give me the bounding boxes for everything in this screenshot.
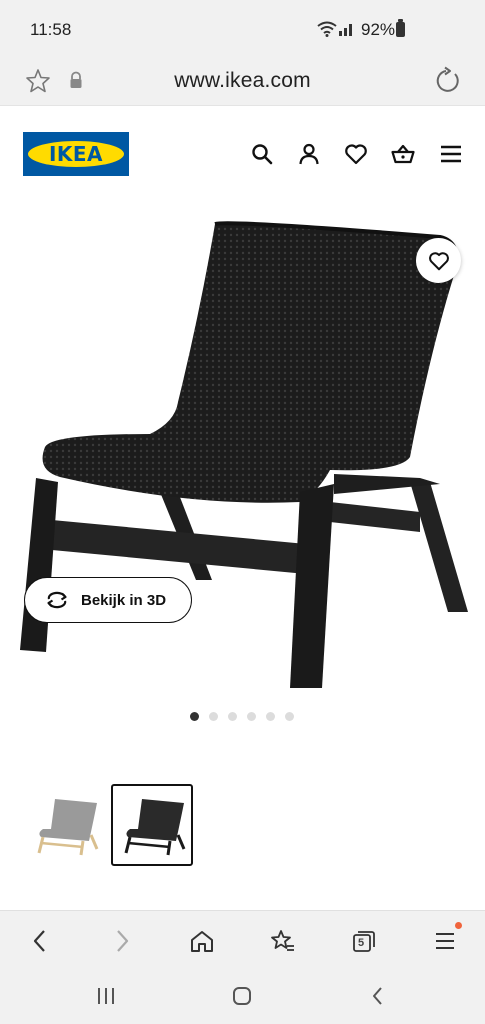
forward-icon[interactable] (109, 928, 135, 954)
recent-apps-icon[interactable] (95, 985, 117, 1007)
rotate-3d-icon (47, 591, 67, 609)
back-icon[interactable] (27, 928, 53, 954)
wifi-icon (317, 21, 337, 37)
ikea-logo[interactable]: IKEA (23, 132, 129, 176)
menu-icon[interactable] (439, 142, 463, 166)
tabs-button[interactable]: 5 (351, 928, 377, 954)
carousel-dot[interactable] (285, 712, 294, 721)
carousel-dot[interactable] (266, 712, 275, 721)
wishlist-icon[interactable] (344, 142, 368, 166)
signal-icon (339, 24, 352, 36)
add-to-wishlist-button[interactable] (416, 238, 461, 283)
status-time: 11:58 (30, 20, 72, 39)
variant-thumbnail-birch-grey[interactable] (26, 784, 108, 866)
tabs-count: 5 (358, 937, 365, 949)
address-bar: www.ikea.com (0, 58, 485, 106)
battery-icon (396, 19, 405, 37)
view-in-3d-label: Bekijk in 3D (81, 591, 167, 609)
carousel-dot-active[interactable] (190, 712, 199, 721)
search-icon[interactable] (250, 142, 274, 166)
image-carousel-indicator (190, 712, 294, 722)
home-nav-icon[interactable] (231, 985, 253, 1007)
notification-dot (455, 922, 462, 929)
menu-icon[interactable] (432, 928, 458, 954)
view-in-3d-button[interactable]: Bekijk in 3D (24, 577, 192, 623)
status-bar: 11:58 92% (0, 0, 485, 58)
system-navigation-bar (0, 968, 485, 1024)
carousel-dot[interactable] (247, 712, 256, 721)
product-image-chair (20, 221, 468, 688)
logo-text: IKEA (48, 142, 104, 166)
product-image-gallery[interactable]: Bekijk in 3D (0, 202, 485, 702)
carousel-dot[interactable] (209, 712, 218, 721)
home-icon[interactable] (189, 928, 215, 954)
back-nav-icon[interactable] (367, 985, 389, 1007)
bookmarks-icon[interactable] (270, 928, 296, 954)
variant-thumbnail-black[interactable] (111, 784, 193, 866)
battery-level: 92% (361, 20, 396, 39)
reload-icon[interactable] (433, 66, 463, 96)
basket-icon[interactable] (391, 142, 415, 166)
logo-oval: IKEA (28, 141, 124, 167)
account-icon[interactable] (297, 142, 321, 166)
url-field[interactable]: www.ikea.com (0, 69, 485, 93)
browser-toolbar: 5 (0, 910, 485, 968)
chair-thumbnail-black (124, 799, 186, 856)
carousel-dot[interactable] (228, 712, 237, 721)
chair-thumbnail-grey (37, 799, 99, 856)
site-header: IKEA (0, 106, 485, 202)
heart-icon (428, 251, 449, 270)
